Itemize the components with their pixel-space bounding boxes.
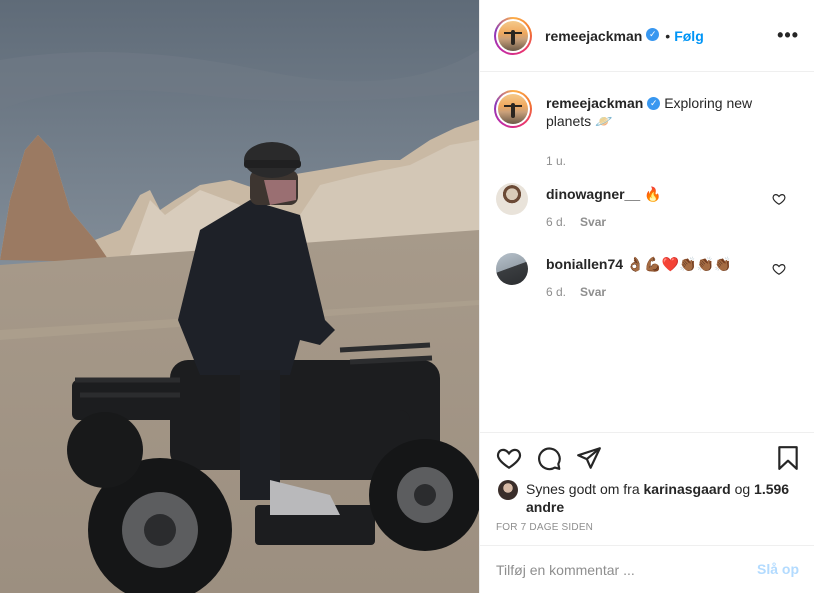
liker-avatar[interactable] (498, 480, 518, 500)
post-photo[interactable] (0, 0, 479, 593)
caption-text-block: remeejackman ✓ Exploring new planets 🪐 1 … (546, 90, 794, 170)
first-liker-link[interactable]: karinasgaard (644, 481, 731, 497)
likes-conjunction: og (734, 481, 751, 497)
author-username[interactable]: remeejackman (545, 28, 642, 44)
reply-button[interactable]: Svar (580, 285, 606, 299)
add-comment-bar: Slå op (480, 545, 814, 593)
post-modal: remeejackman ✓ • Følg ••• remeejackman ✓ … (0, 0, 814, 593)
heart-icon[interactable] (496, 445, 522, 471)
comment-text: 🔥 (644, 186, 662, 202)
comment-avatar[interactable] (496, 183, 528, 215)
author-avatar[interactable] (494, 16, 532, 55)
verified-badge-icon: ✓ (647, 96, 661, 110)
bookmark-icon[interactable] (775, 445, 801, 471)
comment-avatar[interactable] (496, 253, 528, 285)
comment-username[interactable]: dinowagner__ (546, 186, 640, 202)
verified-badge-icon: ✓ (646, 28, 660, 41)
comment-input[interactable] (496, 561, 746, 578)
photo-atv-rider (0, 0, 479, 593)
comment-item: boniallen74 👌🏾💪🏾❤️👏🏾👏🏾👏🏾 6 d. Svar (496, 253, 796, 299)
post-side-panel: remeejackman ✓ • Følg ••• remeejackman ✓ … (479, 0, 814, 593)
ellipsis-icon[interactable]: ••• (777, 26, 799, 44)
comment-heart-icon[interactable] (772, 192, 786, 206)
caption-time: 1 u. (546, 154, 567, 168)
post-header: remeejackman ✓ • Følg ••• (480, 0, 814, 72)
post-comment-button[interactable]: Slå op (757, 561, 799, 577)
post-caption: remeejackman ✓ Exploring new planets 🪐 1 … (494, 90, 794, 170)
header-separator: • (665, 27, 671, 44)
caption-username[interactable]: remeejackman (546, 95, 643, 111)
comment-text: 👌🏾💪🏾❤️👏🏾👏🏾👏🏾 (626, 256, 732, 272)
comment-time: 6 d. (546, 215, 567, 229)
post-timestamp[interactable]: FOR 7 DAGE SIDEN (496, 522, 593, 533)
comment-bubble-icon[interactable] (536, 445, 562, 471)
post-actions: Synes godt om fra karinasgaard og 1.596 … (480, 432, 814, 543)
paper-plane-icon[interactable] (576, 445, 602, 471)
comment-time: 6 d. (546, 285, 567, 299)
likes-prefix: Synes godt om fra (526, 481, 640, 497)
likes-summary: Synes godt om fra karinasgaard og 1.596 … (498, 480, 796, 516)
comment-username[interactable]: boniallen74 (546, 256, 623, 272)
comment-heart-icon[interactable] (772, 262, 786, 276)
reply-button[interactable]: Svar (580, 215, 606, 229)
caption-avatar[interactable] (494, 90, 532, 128)
comment-item: dinowagner__ 🔥 6 d. Svar (496, 183, 796, 229)
follow-button[interactable]: Følg (674, 28, 704, 44)
